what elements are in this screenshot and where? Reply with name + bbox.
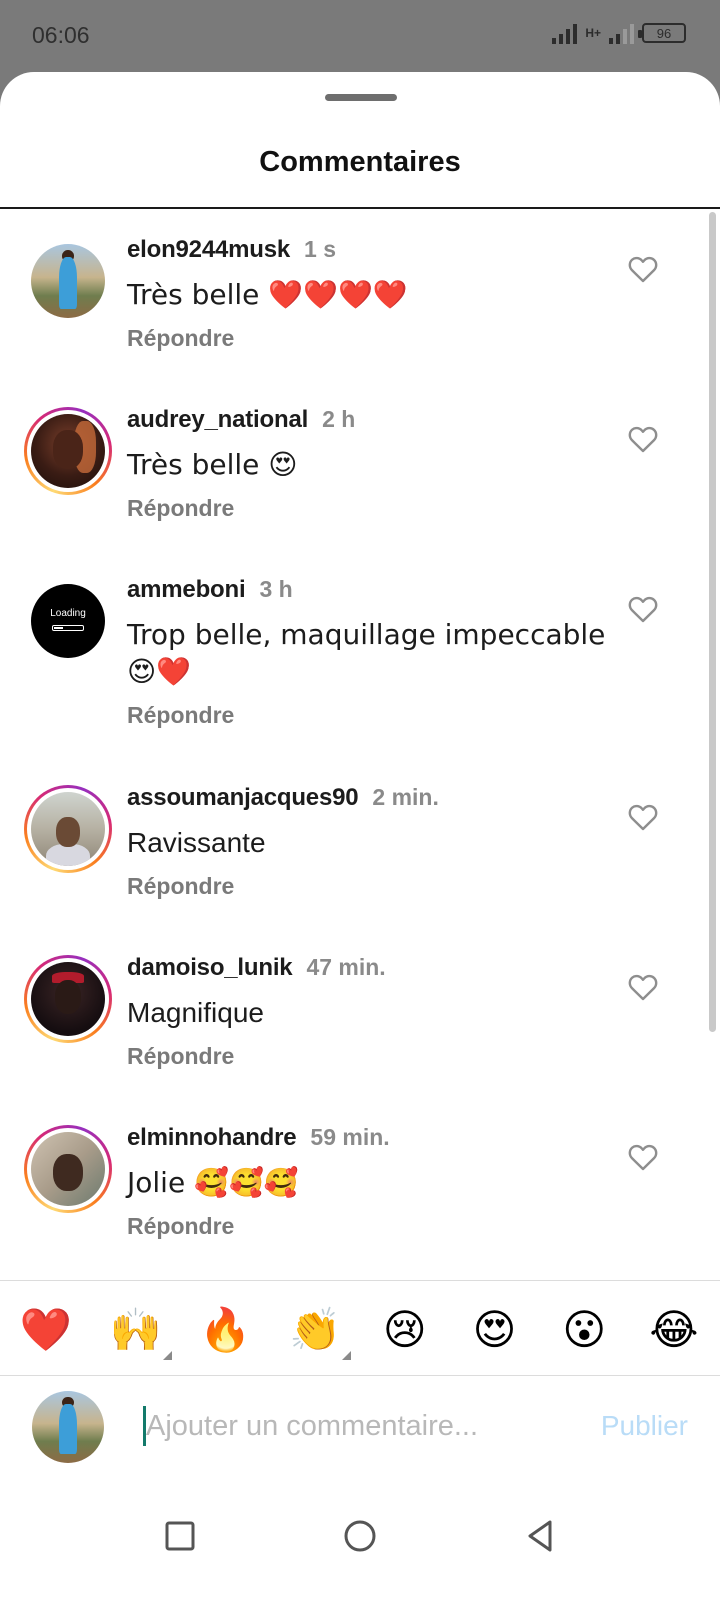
battery-level: 96 [656,25,672,41]
emoji-tears-of-joy-button[interactable]: 😂 [646,1302,702,1358]
emoji-red-heart-button[interactable]: ❤️ [18,1302,74,1358]
back-icon[interactable] [518,1514,562,1558]
comment-text: Jolie 🥰🥰🥰 [127,1166,299,1199]
avatar[interactable]: Loading [24,577,112,665]
avatar-image [31,1132,105,1206]
emoji-fire-button[interactable]: 🔥 [197,1302,253,1358]
like-heart-icon[interactable] [626,592,660,626]
battery-icon: 96 [638,23,686,43]
comment-text: Ravissante [127,827,266,858]
status-icons: H+ 96 [552,22,686,44]
like-heart-icon[interactable] [626,252,660,286]
emoji-bar: ❤️ 🙌 🔥 👏 😢 😍 😮 😂 [0,1294,720,1366]
comment-time: 47 min. [306,954,386,980]
comment-time: 2 min. [372,784,439,810]
comment-time: 59 min. [310,1124,390,1150]
sheet-title: Commentaires [259,146,461,178]
emoji-bar-divider [0,1280,720,1281]
status-bar: 06:06 H+ 96 [0,0,720,72]
status-time: 06:06 [32,22,90,48]
avatar-image: Loading [31,584,105,658]
comment-text: Très belle ❤️❤️❤️❤️ [127,278,408,311]
avatar[interactable] [24,785,112,873]
comment-item: audrey_national 2 h Très belle 😍 Répondr… [0,382,720,552]
like-heart-icon[interactable] [626,970,660,1004]
like-heart-icon[interactable] [626,422,660,456]
system-nav-bar [0,1484,720,1612]
avatar-text: Loading [50,608,86,620]
emoji-crying-face-button[interactable]: 😢 [377,1302,433,1358]
emoji-surprised-face-button[interactable]: 😮 [556,1302,612,1358]
network-type-label: H+ [585,25,601,40]
comment-item: elminnohandre 59 min. Jolie 🥰🥰🥰 Répondre [0,1100,720,1270]
comment-time: 2 h [322,406,356,432]
comment-input[interactable] [146,1398,546,1454]
avatar[interactable] [24,955,112,1043]
avatar[interactable] [24,237,112,325]
own-avatar [32,1391,104,1463]
comment-input-row: Publier [0,1376,720,1484]
avatar[interactable] [24,1125,112,1213]
comment-time: 1 s [304,236,337,262]
signal-icon [552,22,578,44]
comment-item: damoiso_lunik 47 min. Magnifique Répondr… [0,930,720,1100]
emoji-clapping-hands-button[interactable]: 👏 [287,1302,352,1360]
comment-username[interactable]: ammeboni [127,576,246,604]
avatar-image [31,414,105,488]
comment-username[interactable]: audrey_national [127,406,308,434]
comment-text: Trop belle, maquillage impeccable 😍❤️ [127,618,606,688]
comment-item: elon9244musk 1 s Très belle ❤️❤️❤️❤️ Rép… [0,212,720,382]
drag-handle[interactable] [325,94,397,101]
avatar-image [31,962,105,1036]
title-divider [0,207,720,209]
home-icon[interactable] [338,1514,382,1558]
comment-username[interactable]: assoumanjacques90 [127,784,359,812]
comment-item: assoumanjacques90 2 min. Ravissante Répo… [0,760,720,930]
comments-sheet: Commentaires elon9244musk 1 s Très belle… [0,72,720,1612]
reply-button[interactable]: Répondre [127,702,610,729]
avatar-image [31,792,105,866]
reply-button[interactable]: Répondre [127,1043,610,1070]
emoji-raising-hands-button[interactable]: 🙌 [108,1302,172,1360]
avatar-image [31,244,105,318]
publish-button[interactable]: Publier [601,1410,688,1442]
signal-icon-2 [609,22,634,44]
reply-button[interactable]: Répondre [127,1213,610,1240]
comment-username[interactable]: damoiso_lunik [127,954,293,982]
comment-username[interactable]: elon9244musk [127,236,290,264]
comment-username[interactable]: elminnohandre [127,1124,297,1152]
comment-item: Loading ammeboni 3 h Trop belle, maquill… [0,552,720,760]
reply-button[interactable]: Répondre [127,873,610,900]
comment-text: Magnifique [127,997,264,1028]
recent-apps-icon[interactable] [158,1514,202,1558]
avatar[interactable] [24,407,112,495]
like-heart-icon[interactable] [626,1140,660,1174]
comment-time: 3 h [259,576,293,602]
reply-button[interactable]: Répondre [127,495,610,522]
comment-list: elon9244musk 1 s Très belle ❤️❤️❤️❤️ Rép… [0,212,720,1270]
emoji-heart-eyes-button[interactable]: 😍 [467,1302,523,1358]
reply-button[interactable]: Répondre [127,325,610,352]
like-heart-icon[interactable] [626,800,660,834]
comment-text: Très belle 😍 [127,448,298,481]
